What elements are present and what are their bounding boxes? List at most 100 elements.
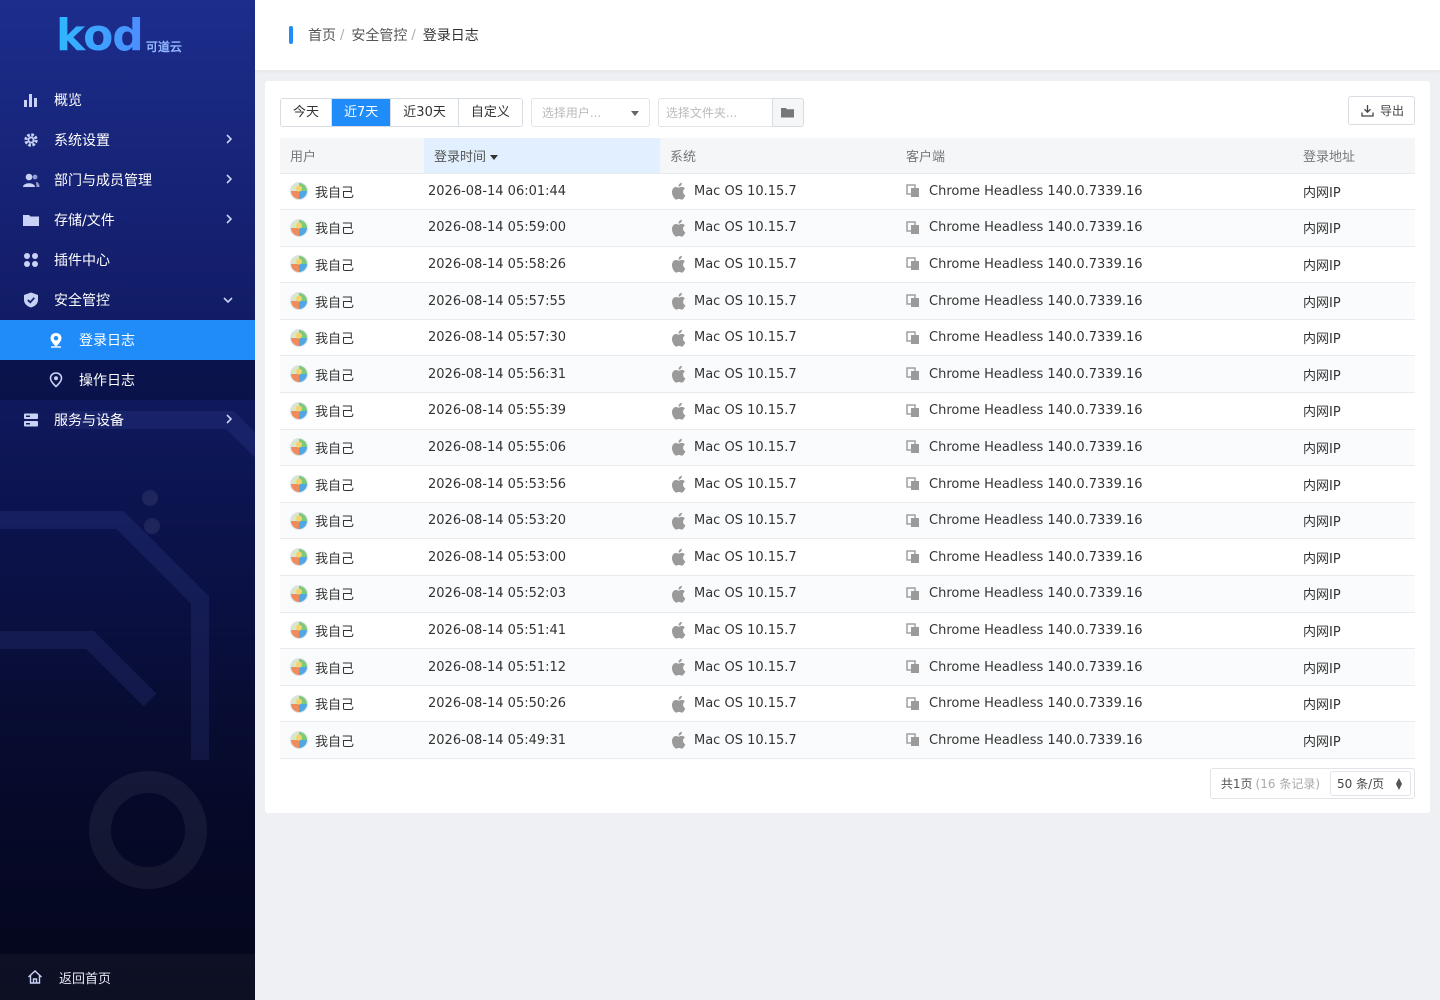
user-select-placeholder: 选择用户... — [541, 106, 602, 120]
cell-user: 我自己 — [280, 429, 424, 467]
range-7days-button[interactable]: 近7天 — [332, 99, 392, 126]
range-30days-button[interactable]: 近30天 — [391, 99, 459, 126]
cell-login-time: 2026-08-14 05:53:56 — [424, 465, 660, 503]
browser-copy-icon — [906, 257, 920, 271]
table-row[interactable]: 我自己 2026-08-14 05:56:31 Mac OS 10.15.7 Chro… — [280, 355, 1415, 394]
table-row[interactable]: 我自己 2026-08-14 05:51:41 Mac OS 10.15.7 Chro… — [280, 612, 1415, 650]
logo[interactable]: kod 可道云 — [56, 14, 182, 58]
cell-client: Chrome Headless 140.0.7339.16 — [896, 173, 1293, 211]
menu-item-operation-log[interactable]: 操作日志 — [0, 360, 255, 400]
avatar — [290, 548, 308, 567]
cell-system: Mac OS 10.15.7 — [660, 721, 896, 759]
header-user[interactable]: 用户 — [280, 138, 424, 174]
cell-system: Mac OS 10.15.7 — [660, 355, 896, 394]
system-name: Mac OS 10.15.7 — [694, 220, 797, 236]
menu-item-plugins[interactable]: 插件中心 — [0, 240, 255, 280]
table-row[interactable]: 我自己 2026-08-14 05:53:56 Mac OS 10.15.7 Chro… — [280, 465, 1415, 503]
sort-updown-icon: ▲ ▼ — [1395, 776, 1402, 791]
back-home-link[interactable]: 返回首页 — [0, 954, 255, 1000]
browser-copy-icon — [906, 696, 920, 711]
export-button[interactable]: 导出 — [1347, 96, 1415, 125]
users-icon — [22, 171, 40, 189]
avatar — [290, 731, 308, 750]
folder-picker: 选择文件夹... — [657, 98, 804, 127]
cell-system: Mac OS 10.15.7 — [660, 209, 896, 247]
system-name: Mac OS 10.15.7 — [694, 696, 797, 712]
client-name: Chrome Headless 140.0.7339.16 — [929, 183, 1143, 199]
header-system[interactable]: 系统 — [660, 138, 896, 174]
range-custom-button[interactable]: 自定义 — [458, 99, 522, 126]
breadcrumb-security[interactable]: 安全管控 — [351, 25, 407, 45]
system-name: Mac OS 10.15.7 — [694, 183, 797, 199]
menu-item-members[interactable]: 部门与成员管理 — [0, 160, 255, 200]
browser-copy-icon — [906, 367, 920, 381]
apple-icon — [670, 731, 686, 749]
menu-item-storage[interactable]: 存储/文件 — [0, 200, 255, 240]
sidebar-menu: 概览 系统设置 部门与成员管理 存储/文件 插件中心 安全管控 登录日志 操作日… — [0, 80, 255, 440]
server-icon — [22, 411, 40, 429]
apple-icon — [670, 658, 686, 676]
client-name: Chrome Headless 140.0.7339.16 — [929, 732, 1143, 748]
caret-down-icon — [630, 111, 639, 116]
cell-system: Mac OS 10.15.7 — [660, 685, 896, 723]
menu-item-overview[interactable]: 概览 — [0, 80, 255, 120]
client-name: Chrome Headless 140.0.7339.16 — [929, 330, 1143, 346]
user-name: 我自己 — [315, 624, 355, 640]
cell-system: Mac OS 10.15.7 — [660, 502, 896, 540]
menu-item-label: 概览 — [54, 93, 82, 109]
table-row[interactable]: 我自己 2026-08-14 05:59:00 Mac OS 10.15.7 Chro… — [280, 209, 1415, 247]
apple-icon — [670, 621, 686, 640]
folder-picker-button[interactable] — [771, 98, 804, 127]
back-home-label: 返回首页 — [59, 971, 112, 987]
table-row[interactable]: 我自己 2026-08-14 05:51:12 Mac OS 10.15.7 Chro… — [280, 648, 1415, 686]
cell-client: Chrome Headless 140.0.7339.16 — [896, 685, 1293, 723]
cell-address: 内网IP — [1293, 502, 1415, 540]
range-today-button[interactable]: 今天 — [281, 99, 333, 126]
user-name: 我自己 — [315, 441, 355, 457]
menu-item-login-log[interactable]: 登录日志 — [0, 320, 255, 360]
system-name: Mac OS 10.15.7 — [694, 403, 797, 419]
menu-item-label: 服务与设备 — [54, 413, 124, 429]
menu-item-services[interactable]: 服务与设备 — [0, 400, 255, 440]
header-login-time[interactable]: 登录时间 — [424, 138, 660, 174]
table-row[interactable]: 我自己 2026-08-14 05:53:00 Mac OS 10.15.7 Chro… — [280, 538, 1415, 577]
table-row[interactable]: 我自己 2026-08-14 05:50:26 Mac OS 10.15.7 Chro… — [280, 685, 1415, 723]
avatar — [290, 401, 308, 420]
folder-icon — [22, 211, 40, 229]
table-row[interactable]: 我自己 2026-08-14 05:53:20 Mac OS 10.15.7 Chro… — [280, 502, 1415, 540]
cell-user: 我自己 — [280, 282, 424, 320]
table-row[interactable]: 我自己 2026-08-14 05:58:26 Mac OS 10.15.7 Chro… — [280, 246, 1415, 284]
system-name: Mac OS 10.15.7 — [694, 622, 797, 638]
cell-address: 内网IP — [1293, 209, 1415, 247]
menu-item-label: 操作日志 — [79, 373, 135, 389]
table-row[interactable]: 我自己 2026-08-14 05:57:55 Mac OS 10.15.7 Chro… — [280, 282, 1415, 320]
header-client[interactable]: 客户端 — [896, 138, 1293, 174]
menu-item-system-settings[interactable]: 系统设置 — [0, 120, 255, 160]
system-name: Mac OS 10.15.7 — [694, 586, 797, 602]
header-address[interactable]: 登录地址 — [1293, 138, 1415, 174]
table-row[interactable]: 我自己 2026-08-14 05:52:03 Mac OS 10.15.7 Chro… — [280, 575, 1415, 613]
table-row[interactable]: 我自己 2026-08-14 05:49:31 Mac OS 10.15.7 Chro… — [280, 721, 1415, 759]
folder-input[interactable]: 选择文件夹... — [657, 98, 772, 127]
menu-item-security[interactable]: 安全管控 — [0, 280, 255, 320]
system-name: Mac OS 10.15.7 — [694, 293, 797, 309]
shield-icon — [22, 291, 40, 309]
user-name: 我自己 — [315, 405, 355, 421]
breadcrumb-home[interactable]: 首页 — [308, 25, 336, 45]
user-select[interactable]: 选择用户... — [530, 98, 650, 127]
cell-login-time: 2026-08-14 05:53:20 — [424, 502, 660, 540]
sort-desc-icon — [490, 154, 499, 160]
system-name: Mac OS 10.15.7 — [694, 659, 797, 675]
menu-item-label: 登录日志 — [79, 333, 135, 349]
cell-user: 我自己 — [280, 319, 424, 357]
browser-copy-icon — [906, 221, 920, 235]
table-row[interactable]: 我自己 2026-08-14 06:01:44 Mac OS 10.15.7 Chro… — [280, 173, 1415, 211]
table-row[interactable]: 我自己 2026-08-14 05:55:06 Mac OS 10.15.7 Chro… — [280, 429, 1415, 467]
system-name: Mac OS 10.15.7 — [694, 256, 797, 272]
per-page-select[interactable]: 50 条/页 ▲ ▼ — [1330, 771, 1411, 796]
table-row[interactable]: 我自己 2026-08-14 05:57:30 Mac OS 10.15.7 Chro… — [280, 319, 1415, 357]
table-row[interactable]: 我自己 2026-08-14 05:55:39 Mac OS 10.15.7 Chro… — [280, 392, 1415, 430]
browser-copy-icon — [906, 404, 920, 418]
browser-copy-icon — [906, 587, 920, 601]
chevron-right-icon — [225, 213, 233, 227]
